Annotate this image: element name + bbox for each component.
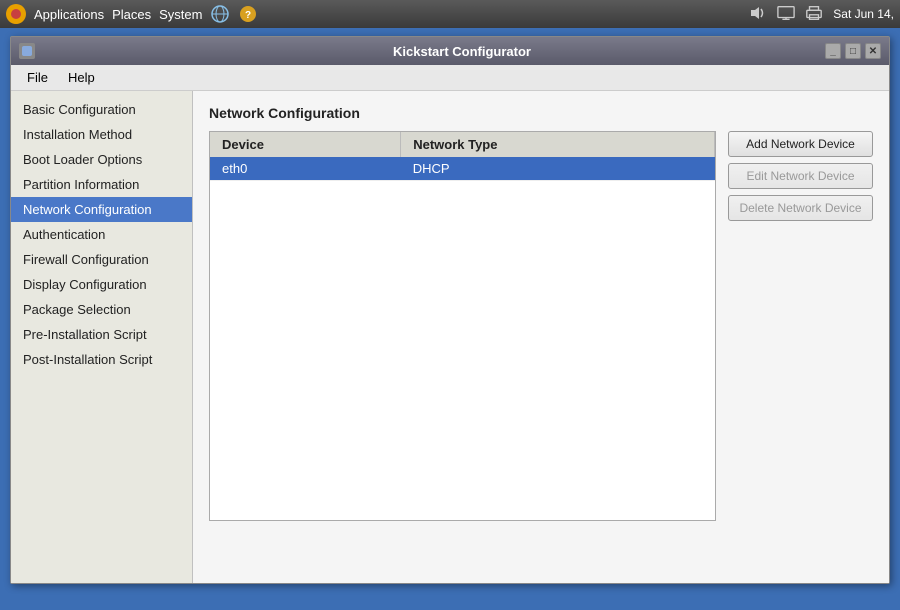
delete-network-device-button[interactable]: Delete Network Device (728, 195, 873, 221)
add-network-device-button[interactable]: Add Network Device (728, 131, 873, 157)
window-title: Kickstart Configurator (43, 44, 881, 59)
sidebar-item-firewall-configuration[interactable]: Firewall Configuration (11, 247, 192, 272)
edit-network-device-button[interactable]: Edit Network Device (728, 163, 873, 189)
svg-text:?: ? (245, 10, 251, 21)
sidebar-item-basic-configuration[interactable]: Basic Configuration (11, 97, 192, 122)
table-row[interactable]: eth0 DHCP (210, 157, 715, 181)
app-icon (19, 43, 35, 59)
network-table-container: Device Network Type eth0 DHCP (209, 131, 716, 521)
taskbar: Applications Places System ? Sat Jun 14, (0, 0, 900, 28)
section-title: Network Configuration (209, 105, 873, 121)
datetime: Sat Jun 14, (833, 7, 894, 21)
menu-help[interactable]: Help (58, 68, 105, 87)
window-controls: _ □ ✕ (825, 43, 881, 59)
maximize-button[interactable]: □ (845, 43, 861, 59)
sidebar-item-package-selection[interactable]: Package Selection (11, 297, 192, 322)
sidebar-item-authentication[interactable]: Authentication (11, 222, 192, 247)
menu-file[interactable]: File (17, 68, 58, 87)
taskbar-left: Applications Places System ? (6, 4, 258, 24)
taskbar-system[interactable]: System (159, 7, 202, 22)
printer-icon (805, 5, 823, 24)
sidebar-item-boot-loader-options[interactable]: Boot Loader Options (11, 147, 192, 172)
taskbar-applications[interactable]: Applications (34, 7, 104, 22)
help-icon: ? (238, 6, 258, 22)
gnome-icon (6, 4, 26, 24)
minimize-button[interactable]: _ (825, 43, 841, 59)
sidebar-item-display-configuration[interactable]: Display Configuration (11, 272, 192, 297)
globe-icon (210, 6, 230, 22)
close-button[interactable]: ✕ (865, 43, 881, 59)
cell-device: eth0 (210, 157, 401, 181)
app-window: Kickstart Configurator _ □ ✕ File Help B… (10, 36, 890, 584)
sidebar-item-installation-method[interactable]: Installation Method (11, 122, 192, 147)
sidebar-item-pre-installation-script[interactable]: Pre-Installation Script (11, 322, 192, 347)
content-area: Basic Configuration Installation Method … (11, 91, 889, 583)
sidebar-item-network-configuration[interactable]: Network Configuration (11, 197, 192, 222)
main-panel: Network Configuration Device Network Typ… (193, 91, 889, 583)
speaker-icon (749, 6, 767, 23)
menubar: File Help (11, 65, 889, 91)
cell-network-type: DHCP (401, 157, 715, 181)
network-table: Device Network Type eth0 DHCP (210, 132, 715, 181)
titlebar: Kickstart Configurator _ □ ✕ (11, 37, 889, 65)
taskbar-places[interactable]: Places (112, 7, 151, 22)
sidebar: Basic Configuration Installation Method … (11, 91, 193, 583)
col-network-type: Network Type (401, 132, 715, 157)
sidebar-item-post-installation-script[interactable]: Post-Installation Script (11, 347, 192, 372)
taskbar-right: Sat Jun 14, (749, 5, 894, 24)
sidebar-item-partition-information[interactable]: Partition Information (11, 172, 192, 197)
display-icon (777, 5, 795, 24)
col-device: Device (210, 132, 401, 157)
buttons-panel: Add Network Device Edit Network Device D… (728, 131, 873, 521)
network-content: Device Network Type eth0 DHCP (209, 131, 873, 521)
